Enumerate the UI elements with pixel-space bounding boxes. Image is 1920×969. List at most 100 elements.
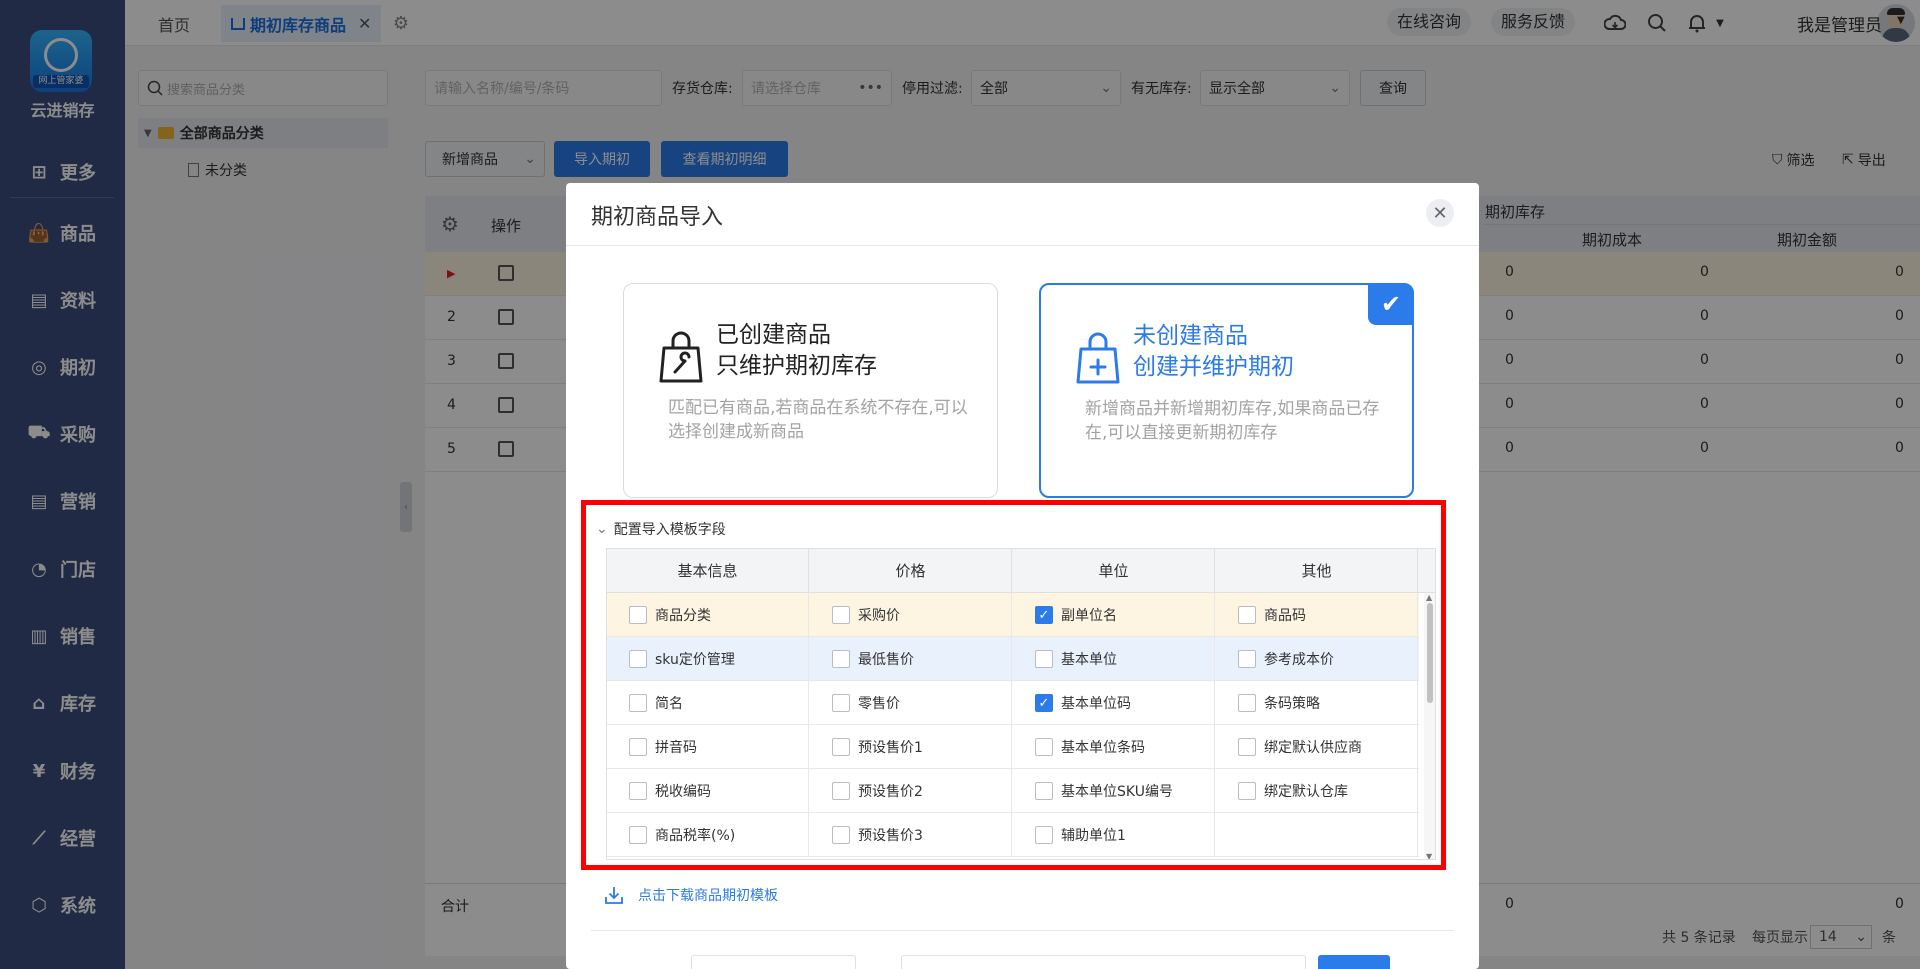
field-option[interactable]: 商品码 bbox=[1216, 593, 1418, 637]
field-row: 简名 零售价 ✓ 基本单位码 条码策略 bbox=[607, 681, 1419, 725]
field-option[interactable]: 采购价 bbox=[810, 593, 1012, 637]
field-label: 基本单位码 bbox=[1061, 696, 1131, 712]
browse-button[interactable] bbox=[1318, 955, 1390, 969]
field-option[interactable]: 绑定默认仓库 bbox=[1216, 769, 1418, 813]
file-path-input[interactable] bbox=[901, 955, 1306, 969]
option-existing-title-line2: 只维护期初库存 bbox=[716, 353, 877, 379]
download-template-label: 点击下载商品期初模板 bbox=[638, 888, 778, 904]
option-new-desc: 新增商品并新增期初库存,如果商品已存在,可以直接更新期初库存 bbox=[1085, 399, 1380, 443]
field-row: 商品分类 采购价 ✓ 副单位名 商品码 bbox=[607, 593, 1419, 637]
config-fields-toggle[interactable]: ⌄ 配置导入模板字段 bbox=[596, 519, 726, 539]
field-checkbox[interactable] bbox=[629, 782, 647, 800]
field-checkbox[interactable] bbox=[629, 826, 647, 844]
field-option[interactable]: 条码策略 bbox=[1216, 681, 1418, 725]
field-option[interactable]: 商品分类 bbox=[607, 593, 809, 637]
field-label: 基本单位条码 bbox=[1061, 740, 1145, 756]
field-label: 基本单位SKU编号 bbox=[1061, 784, 1173, 800]
template-fields-table: 基本信息 价格 单位 其他 商品分类 采购价 ✓ 副单位名 商品码 sku定价管理 最低售价 基本单… bbox=[606, 548, 1436, 860]
field-checkbox[interactable] bbox=[1238, 606, 1256, 624]
field-label: 预设售价3 bbox=[858, 828, 923, 844]
field-option[interactable]: 最低售价 bbox=[810, 637, 1012, 681]
option-existing-title: 已创建商品 只维护期初库存 bbox=[716, 320, 877, 382]
selected-check-icon: ✔ bbox=[1368, 283, 1414, 325]
modal-title: 期初商品导入 bbox=[591, 205, 724, 230]
field-checkbox[interactable] bbox=[1238, 738, 1256, 756]
field-checkbox[interactable] bbox=[1238, 694, 1256, 712]
field-label: 商品分类 bbox=[655, 608, 711, 624]
column-header: 价格 bbox=[810, 549, 1012, 593]
scroll-thumb[interactable] bbox=[1427, 603, 1433, 703]
field-option[interactable]: 基本单位SKU编号 bbox=[1013, 769, 1215, 813]
field-checkbox[interactable] bbox=[832, 606, 850, 624]
download-template-link[interactable]: 点击下载商品期初模板 bbox=[604, 885, 778, 905]
field-option[interactable]: 商品税率(%) bbox=[607, 813, 809, 857]
modal-header-divider bbox=[566, 245, 1479, 246]
file-name-input[interactable] bbox=[691, 955, 856, 969]
field-label: 零售价 bbox=[858, 696, 900, 712]
option-new-title-line2: 创建并维护期初 bbox=[1133, 354, 1294, 380]
field-checkbox[interactable]: ✓ bbox=[1035, 694, 1053, 712]
field-checkbox[interactable] bbox=[1035, 826, 1053, 844]
field-row: 拼音码 预设售价1 基本单位条码 绑定默认供应商 bbox=[607, 725, 1419, 769]
field-checkbox[interactable] bbox=[1035, 738, 1053, 756]
field-label: 最低售价 bbox=[858, 652, 914, 668]
field-checkbox[interactable] bbox=[1035, 650, 1053, 668]
field-row: 商品税率(%) 预设售价3 辅助单位1 bbox=[607, 813, 1419, 857]
scroll-up-icon[interactable]: ▲ bbox=[1426, 593, 1432, 602]
field-label: 绑定默认供应商 bbox=[1264, 740, 1362, 756]
field-option[interactable]: 预设售价1 bbox=[810, 725, 1012, 769]
field-row: sku定价管理 最低售价 基本单位 参考成本价 bbox=[607, 637, 1419, 681]
field-checkbox[interactable] bbox=[1238, 650, 1256, 668]
field-checkbox[interactable] bbox=[629, 694, 647, 712]
vertical-scrollbar[interactable]: ▲ ▼ bbox=[1424, 593, 1435, 859]
field-option[interactable]: 预设售价3 bbox=[810, 813, 1012, 857]
field-label: 参考成本价 bbox=[1264, 652, 1334, 668]
field-checkbox[interactable] bbox=[629, 606, 647, 624]
field-label: 基本单位 bbox=[1061, 652, 1117, 668]
field-option[interactable]: 绑定默认供应商 bbox=[1216, 725, 1418, 769]
field-checkbox[interactable] bbox=[629, 738, 647, 756]
field-checkbox[interactable] bbox=[832, 650, 850, 668]
bag-wrench-icon bbox=[659, 331, 703, 383]
field-label: 辅助单位1 bbox=[1061, 828, 1126, 844]
field-checkbox[interactable] bbox=[1035, 782, 1053, 800]
field-checkbox[interactable]: ✓ bbox=[1035, 606, 1053, 624]
option-existing-title-line1: 已创建商品 bbox=[716, 322, 831, 348]
field-label: 商品税率(%) bbox=[655, 828, 736, 844]
option-existing-products[interactable]: 已创建商品 只维护期初库存 匹配已有商品,若商品在系统不存在,可以选择创建成新商… bbox=[623, 283, 998, 498]
field-option[interactable]: ✓ 基本单位码 bbox=[1013, 681, 1215, 725]
field-checkbox[interactable] bbox=[832, 738, 850, 756]
scroll-down-icon[interactable]: ▼ bbox=[1426, 852, 1432, 859]
option-new-products[interactable]: 未创建商品 创建并维护期初 新增商品并新增期初库存,如果商品已存在,可以直接更新… bbox=[1039, 283, 1414, 498]
field-option[interactable]: sku定价管理 bbox=[607, 637, 809, 681]
field-option[interactable]: 预设售价2 bbox=[810, 769, 1012, 813]
field-label: 简名 bbox=[655, 696, 683, 712]
chevron-down-icon: ⌄ bbox=[596, 521, 608, 537]
close-icon[interactable]: ✕ bbox=[1426, 199, 1454, 227]
field-option[interactable]: 基本单位条码 bbox=[1013, 725, 1215, 769]
field-option[interactable]: 辅助单位1 bbox=[1013, 813, 1215, 857]
column-header: 单位 bbox=[1013, 549, 1215, 593]
field-label: sku定价管理 bbox=[655, 652, 735, 668]
field-label: 绑定默认仓库 bbox=[1264, 784, 1348, 800]
field-checkbox[interactable] bbox=[832, 782, 850, 800]
field-option[interactable]: ✓ 副单位名 bbox=[1013, 593, 1215, 637]
field-option[interactable]: 税收编码 bbox=[607, 769, 809, 813]
field-label: 商品码 bbox=[1264, 608, 1306, 624]
column-header: 基本信息 bbox=[607, 549, 809, 593]
option-new-title: 未创建商品 创建并维护期初 bbox=[1133, 321, 1294, 383]
field-checkbox[interactable] bbox=[629, 650, 647, 668]
field-option[interactable]: 参考成本价 bbox=[1216, 637, 1418, 681]
modal-footer-divider bbox=[591, 930, 1454, 931]
field-option[interactable]: 零售价 bbox=[810, 681, 1012, 725]
config-fields-title: 配置导入模板字段 bbox=[613, 522, 726, 538]
field-option[interactable]: 拼音码 bbox=[607, 725, 809, 769]
field-label: 预设售价1 bbox=[858, 740, 923, 756]
field-label: 副单位名 bbox=[1061, 608, 1117, 624]
field-checkbox[interactable] bbox=[832, 694, 850, 712]
field-option[interactable]: 基本单位 bbox=[1013, 637, 1215, 681]
field-checkbox[interactable] bbox=[832, 826, 850, 844]
field-checkbox[interactable] bbox=[1238, 782, 1256, 800]
field-option[interactable]: 简名 bbox=[607, 681, 809, 725]
option-new-title-line1: 未创建商品 bbox=[1133, 323, 1248, 349]
